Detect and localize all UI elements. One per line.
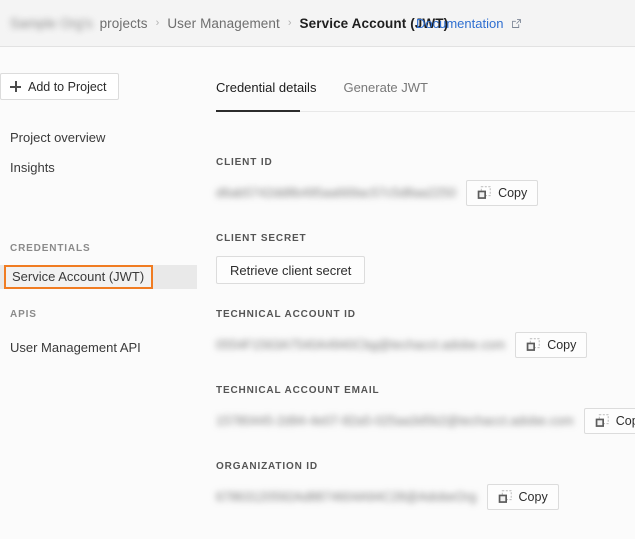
- copy-technical-account-id-button[interactable]: Copy: [515, 332, 588, 358]
- copy-button-label: Copy: [615, 414, 635, 428]
- breadcrumb: Sample Org's projects › User Management …: [10, 0, 448, 47]
- sidebar-item-label: User Management API: [10, 339, 141, 355]
- copy-button-label: Copy: [498, 186, 528, 200]
- field-label: CLIENT SECRET: [216, 233, 307, 244]
- active-tab-underline: [216, 110, 300, 112]
- sidebar-item-project-overview[interactable]: Project overview: [0, 125, 197, 149]
- sidebar-section-credentials: CREDENTIALS: [10, 243, 91, 254]
- plus-icon: [10, 81, 21, 92]
- copy-client-id-button[interactable]: Copy: [466, 180, 539, 206]
- field-row: d6ab5742dd8b495aa669ac57c5d8aa2250 Copy: [216, 180, 539, 206]
- field-label: ORGANIZATION ID: [216, 461, 319, 472]
- field-value: 67863120592Ad8874604A94C28@AdobeOrg: [216, 490, 477, 504]
- breadcrumb-separator-2: ›: [287, 17, 292, 29]
- sidebar: Add to Project Project overview Insights…: [0, 47, 197, 539]
- field-value: 0554F1563A7540A4940Cbg@techacct.adobe.co…: [216, 338, 506, 352]
- breadcrumb-item-user-management[interactable]: User Management: [167, 16, 280, 31]
- breadcrumb-separator-1: ›: [155, 17, 160, 29]
- retrieve-client-secret-label: Retrieve client secret: [230, 262, 352, 278]
- add-to-project-label: Add to Project: [28, 79, 107, 94]
- breadcrumb-item-org[interactable]: Sample Org's: [10, 16, 93, 31]
- tab-label: Credential details: [216, 80, 317, 95]
- tab-credential-details[interactable]: Credential details: [216, 80, 329, 109]
- copy-icon: [526, 338, 540, 352]
- copy-icon: [595, 414, 609, 428]
- sidebar-item-label: Insights: [10, 159, 55, 175]
- breadcrumb-item-projects[interactable]: projects: [100, 16, 148, 31]
- field-client-secret: CLIENT SECRET Retrieve client secret: [216, 233, 366, 284]
- field-technical-account-email: TECHNICAL ACCOUNT EMAIL 15780445-2d94-4e…: [216, 385, 635, 434]
- sidebar-item-label: Service Account (JWT): [12, 269, 145, 284]
- add-to-project-button[interactable]: Add to Project: [0, 73, 119, 100]
- copy-technical-account-email-button[interactable]: Copy: [583, 408, 635, 434]
- main-content: Credential details Generate JWT CLIENT I…: [197, 47, 635, 539]
- copy-icon: [498, 490, 512, 504]
- field-technical-account-id: TECHNICAL ACCOUNT ID 0554F1563A7540A4940…: [216, 309, 588, 358]
- field-value: d6ab5742dd8b495aa669ac57c5d8aa2250: [216, 186, 457, 200]
- tab-label: Generate JWT: [343, 80, 428, 95]
- annotation-highlight-box: Service Account (JWT): [4, 265, 154, 289]
- field-client-id: CLIENT ID d6ab5742dd8b495aa669ac57c5d8aa…: [216, 157, 539, 206]
- documentation-link-group[interactable]: Documentation: [416, 0, 522, 47]
- field-label: CLIENT ID: [216, 157, 273, 168]
- field-row: 67863120592Ad8874604A94C28@AdobeOrg Copy: [216, 484, 559, 510]
- field-row: Retrieve client secret: [216, 256, 366, 284]
- copy-icon: [477, 186, 491, 200]
- sidebar-item-service-account-jwt[interactable]: Service Account (JWT): [0, 265, 197, 289]
- sidebar-section-apis: APIS: [10, 309, 37, 320]
- page-header: Sample Org's projects › User Management …: [0, 0, 635, 47]
- field-label: TECHNICAL ACCOUNT EMAIL: [216, 385, 380, 396]
- sidebar-item-insights[interactable]: Insights: [0, 155, 197, 179]
- tab-generate-jwt[interactable]: Generate JWT: [329, 80, 441, 109]
- sidebar-item-user-management-api[interactable]: User Management API: [0, 335, 197, 359]
- field-label: TECHNICAL ACCOUNT ID: [216, 309, 356, 320]
- field-value: 15780445-2d94-4e07-82a5-025aa3d5b2@techa…: [216, 414, 574, 428]
- external-link-icon: [511, 18, 522, 29]
- field-organization-id: ORGANIZATION ID 67863120592Ad8874604A94C…: [216, 461, 559, 510]
- sidebar-item-label: Project overview: [10, 129, 106, 145]
- copy-button-label: Copy: [547, 338, 577, 352]
- copy-organization-id-button[interactable]: Copy: [486, 484, 559, 510]
- field-row: 0554F1563A7540A4940Cbg@techacct.adobe.co…: [216, 332, 588, 358]
- retrieve-client-secret-button[interactable]: Retrieve client secret: [216, 256, 366, 284]
- copy-button-label: Copy: [518, 490, 548, 504]
- field-row: 15780445-2d94-4e07-82a5-025aa3d5b2@techa…: [216, 408, 635, 434]
- tab-bar: Credential details Generate JWT: [216, 80, 441, 109]
- documentation-link[interactable]: Documentation: [416, 16, 503, 31]
